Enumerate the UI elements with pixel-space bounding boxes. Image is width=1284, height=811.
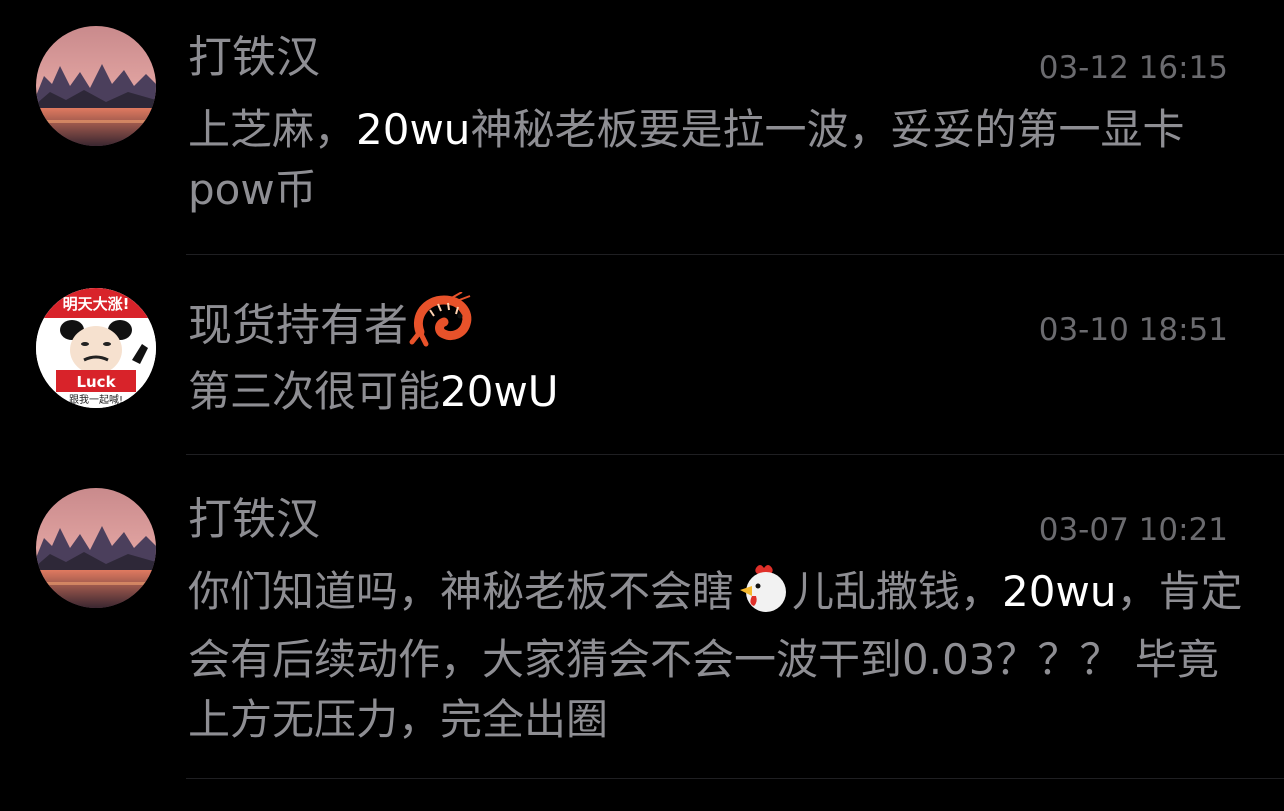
shrimp-icon: [408, 291, 476, 364]
avatar-bottom-text: 跟我一起喊!: [69, 394, 123, 406]
divider: [186, 454, 1284, 455]
timestamp: 03-07 10:21: [1038, 512, 1228, 548]
avatar-badge-text: Luck: [76, 373, 116, 391]
timestamp: 03-10 18:51: [1038, 312, 1228, 348]
username[interactable]: 打铁汉: [188, 490, 320, 550]
username[interactable]: 打铁汉: [188, 28, 320, 88]
text-part: 第三次很可能: [188, 367, 441, 416]
username-text: 现货持有者: [188, 300, 408, 351]
chicken-icon: [734, 562, 792, 630]
avatar[interactable]: [36, 488, 156, 608]
comment-text: 第三次很可能20wU: [188, 362, 1248, 422]
timestamp: 03-12 16:15: [1038, 50, 1228, 86]
comment-text: 你们知道吗，神秘老板不会瞎 儿乱撒钱，20wu，肯定会有后续动作，大家猜会不会一…: [188, 562, 1248, 750]
text-highlight: 20wu: [1002, 567, 1117, 616]
comment-text: 上芝麻，20wu神秘老板要是拉一波，妥妥的第一显卡pow币: [188, 100, 1248, 220]
text-highlight: 20wu: [356, 105, 471, 154]
text-highlight: 20wU: [440, 367, 559, 416]
text-part: 你们知道吗，神秘老板不会瞎: [188, 567, 735, 616]
avatar-top-text: 明天大涨!: [63, 295, 130, 313]
divider: [186, 778, 1284, 779]
meme-panda-image: 明天大涨! Luck 跟我一起喊!: [36, 288, 156, 408]
text-part: 上芝麻，: [188, 105, 357, 154]
avatar[interactable]: [36, 26, 156, 146]
sunset-landscape-image: [36, 488, 156, 608]
text-part: 儿乱撒钱，: [792, 567, 1003, 616]
sunset-landscape-image: [36, 26, 156, 146]
divider: [186, 254, 1284, 255]
avatar[interactable]: 明天大涨! Luck 跟我一起喊!: [36, 288, 156, 408]
username[interactable]: 现货持有者: [188, 291, 476, 364]
